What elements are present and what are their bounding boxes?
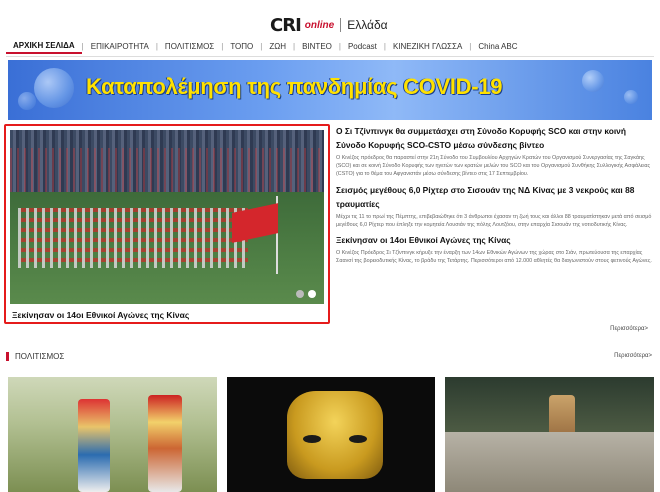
featured-caption[interactable]: Ξεκίνησαν οι 14οι Εθνικοί Αγώνες της Κίν… bbox=[12, 310, 189, 320]
news-title[interactable]: Ξεκίνησαν οι 14οι Εθνικοί Αγώνες της Κίν… bbox=[336, 233, 654, 247]
nav-item[interactable]: China ABC bbox=[471, 40, 524, 53]
news-summary: Ο Κινέζος πρόεδρος θα παραστεί στην 21η … bbox=[336, 155, 651, 178]
news-title[interactable]: Σεισμός μεγέθους 6,0 Ρίχτερ στο Σισουάν … bbox=[336, 183, 654, 211]
mask-eye bbox=[349, 435, 367, 443]
news-more-link[interactable]: Περισσότερα> bbox=[610, 326, 648, 332]
dancer-figure bbox=[78, 399, 110, 492]
logo-main: CRI bbox=[270, 14, 302, 36]
culture-thumbnail-gold-mask[interactable] bbox=[227, 377, 435, 492]
section-marker bbox=[6, 351, 9, 361]
news-summary: Ο Κινέζος Πρόεδρος Σι Τζίνπινγκ κήρυξε τ… bbox=[336, 250, 652, 265]
featured-story[interactable]: Ξεκίνησαν οι 14οι Εθνικοί Αγώνες της Κίν… bbox=[4, 124, 330, 324]
salt-pool bbox=[445, 432, 654, 492]
nav-item[interactable]: ΑΡΧΙΚΗ ΣΕΛΙΔΑ bbox=[6, 39, 82, 54]
gold-mask bbox=[287, 391, 383, 479]
nav-item[interactable]: ΚΙΝΕΖΙΚΗ ΓΛΩΣΣΑ bbox=[386, 40, 469, 53]
news-summary: Μέχρι τις 11 το πρωί της Πέμπτης, επιβεβ… bbox=[336, 213, 652, 228]
nav-item[interactable]: Podcast bbox=[341, 40, 384, 53]
nav-item[interactable]: ΒΙΝΤΕΟ bbox=[295, 40, 339, 53]
culture-thumbnail-dancers[interactable] bbox=[8, 377, 217, 492]
logo-language: Ελλάδα bbox=[347, 18, 388, 32]
featured-image[interactable] bbox=[10, 130, 324, 304]
virus-icon bbox=[18, 92, 36, 110]
stands-crowd bbox=[10, 148, 324, 198]
news-item: Ξεκίνησαν οι 14οι Εθνικοί Αγώνες της Κίν… bbox=[336, 233, 654, 265]
news-title[interactable]: Ο Σι Τζίνπινγκ θα συμμετάσχει στη Σύνοδο… bbox=[336, 124, 654, 152]
nav-item[interactable]: ΖΩΗ bbox=[262, 40, 293, 53]
site-logo[interactable]: CRI online Ελλάδα bbox=[270, 14, 388, 36]
dancer-figure bbox=[148, 395, 182, 492]
culture-section-header: ΠΟΛΙΤΙΣΜΟΣ Περισσότερα> bbox=[6, 349, 654, 363]
news-item: Σεισμός μεγέθους 6,0 Ρίχτερ στο Σισουάν … bbox=[336, 183, 654, 229]
virus-icon bbox=[582, 70, 604, 92]
nav-item[interactable]: ΕΠΙΚΑΙΡΟΤΗΤΑ bbox=[84, 40, 156, 53]
nav-item[interactable]: ΤΟΠΟ bbox=[223, 40, 260, 53]
slide-indicator bbox=[296, 290, 316, 298]
athletes-parade bbox=[18, 208, 248, 268]
nav-item[interactable]: ΠΟΛΙΤΙΣΜΟΣ bbox=[158, 40, 221, 53]
news-item: Ο Σι Τζίνπινγκ θα συμμετάσχει στη Σύνοδο… bbox=[336, 124, 654, 179]
logo-sub: online bbox=[304, 19, 335, 31]
slide-dot[interactable] bbox=[296, 290, 304, 298]
virus-icon bbox=[34, 68, 74, 108]
culture-more-link[interactable]: Περισσότερα> bbox=[614, 353, 652, 359]
covid-banner[interactable]: Καταπολέμηση της πανδημίας COVID-19 bbox=[8, 60, 652, 120]
nav-divider bbox=[6, 56, 654, 57]
culture-thumbnail-pool[interactable] bbox=[445, 377, 654, 492]
logo-divider bbox=[340, 18, 342, 32]
slide-dot-active[interactable] bbox=[308, 290, 316, 298]
mask-eye bbox=[303, 435, 321, 443]
banner-title: Καταπολέμηση της πανδημίας COVID-19 bbox=[86, 74, 503, 99]
virus-icon bbox=[624, 90, 638, 104]
news-list: Ο Σι Τζίνπινγκ θα συμμετάσχει στη Σύνοδο… bbox=[336, 124, 654, 269]
main-nav: ΑΡΧΙΚΗ ΣΕΛΙΔΑ | ΕΠΙΚΑΙΡΟΤΗΤΑ | ΠΟΛΙΤΙΣΜΟΣ | ΤΟ… bbox=[6, 36, 654, 56]
section-title[interactable]: ΠΟΛΙΤΙΣΜΟΣ bbox=[15, 352, 64, 361]
